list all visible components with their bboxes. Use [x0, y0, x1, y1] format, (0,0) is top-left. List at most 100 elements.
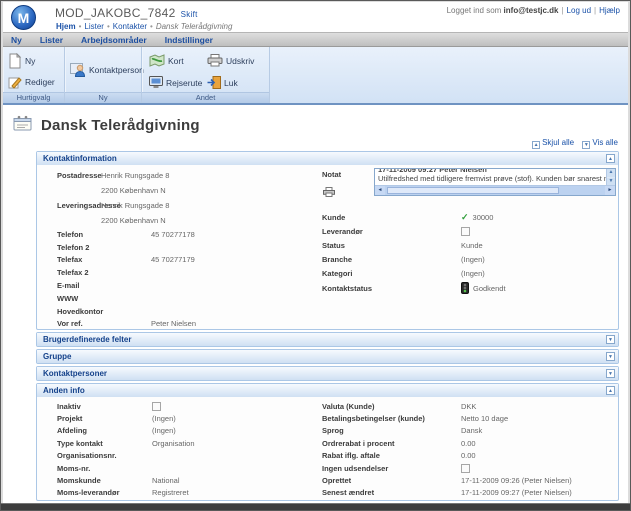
login-status: Logget ind som info@testjc.dk|Log ud|Hjæ… — [447, 6, 620, 15]
kontaktinfo-left-column: PostadresseHenrik Rungsgade 8 2200 Køben… — [37, 168, 307, 330]
login-prefix: Logget ind som — [447, 6, 502, 15]
map-button[interactable]: Kort — [144, 50, 184, 71]
field-telefon: Telefon45 70277178 — [37, 228, 307, 241]
scrollbar-thumb[interactable] — [387, 187, 559, 194]
section-gruppe: Gruppe ▼ — [36, 349, 619, 364]
menu-ny[interactable]: Ny — [11, 35, 22, 45]
menu-arbejdsomrader[interactable]: Arbejdsområder — [81, 35, 147, 45]
section-header[interactable]: Kontaktpersoner ▼ — [37, 367, 618, 380]
field-label: Ingen udsendelser — [309, 464, 461, 473]
breadcrumb-lister[interactable]: Lister — [84, 22, 104, 31]
content-area: Dansk Telerådgivning ▲Skjul alle ▼Vis al… — [3, 105, 628, 502]
field-value: 17-11-2009 09:26 (Peter Nielsen) — [461, 476, 572, 485]
page-header: Dansk Telerådgivning — [3, 105, 628, 136]
field-kontaktstatus: KontaktstatusGodkendt — [309, 281, 614, 295]
field-value: Peter Nielsen — [151, 319, 196, 328]
app-title-text: MOD_JAKOBC_7842 — [55, 6, 176, 20]
scrollbar-track[interactable] — [385, 186, 605, 195]
logout-link[interactable]: Log ud — [567, 6, 591, 15]
field-postadresse-line2: 2200 København N — [37, 183, 307, 198]
section-anden-info: Anden info ▲ Inaktiv Projekt(Ingen) Afde… — [36, 383, 619, 501]
collapse-all-icon: ▲ — [532, 141, 540, 149]
field-momsleverandor: Moms-leverandørRegistreret — [37, 487, 307, 499]
ribbon-group-label: Ny — [65, 92, 141, 103]
field-oprettet: Oprettet17-11-2009 09:26 (Peter Nielsen) — [309, 474, 614, 486]
scroll-left-icon[interactable]: ◄ — [375, 186, 385, 195]
breadcrumb: Hjem•Lister•Kontakter•Dansk Telerådgivni… — [56, 22, 232, 31]
contact-card-icon — [13, 115, 32, 136]
field-label: Type kontakt — [37, 439, 152, 448]
section-header[interactable]: Brugerdefinerede felter ▼ — [37, 333, 618, 346]
section-header[interactable]: Anden info ▲ — [37, 384, 618, 397]
leverandor-checkbox[interactable] — [461, 227, 470, 236]
field-value: National — [152, 476, 180, 485]
expand-all-label: Vis alle — [592, 138, 618, 147]
ingen-udsendelser-checkbox[interactable] — [461, 464, 470, 473]
ribbon-group-label: Andet — [142, 92, 269, 103]
field-value: Registreret — [152, 488, 189, 497]
field-label: Postadresse — [37, 171, 101, 180]
expand-all-link[interactable]: ▼Vis alle — [582, 138, 618, 147]
collapse-all-link[interactable]: ▲Skjul alle — [532, 138, 574, 147]
notat-vertical-scrollbar[interactable]: ▲ ▼ — [606, 169, 615, 186]
login-email: info@testjc.dk — [504, 6, 559, 15]
notat-textbox[interactable]: 17-11-2009 09:27 Peter Nielsen Utilfreds… — [374, 168, 616, 196]
scroll-right-icon[interactable]: ► — [605, 186, 615, 195]
collapse-section-button[interactable]: ▲ — [606, 154, 615, 163]
window-bottom-frame — [1, 503, 630, 510]
traffic-light-icon — [461, 282, 469, 294]
menu-lister[interactable]: Lister — [40, 35, 63, 45]
scroll-up-icon[interactable]: ▲ — [607, 169, 615, 177]
field-label: Inaktiv — [37, 402, 152, 411]
field-label: Rabat iflg. aftale — [309, 451, 461, 460]
field-postadresse: PostadresseHenrik Rungsgade 8 — [37, 168, 307, 183]
section-header[interactable]: Gruppe ▼ — [37, 350, 618, 363]
edit-button[interactable]: Rediger — [3, 71, 64, 92]
edit-button-label: Rediger — [25, 77, 55, 87]
field-senest-aendret: Senest ændret17-11-2009 09:27 (Peter Nie… — [309, 487, 614, 499]
breadcrumb-kontakter[interactable]: Kontakter — [113, 22, 147, 31]
field-value: 2200 København N — [101, 186, 166, 195]
kontaktinformation-body: PostadresseHenrik Rungsgade 8 2200 Køben… — [37, 165, 618, 329]
switch-user-link[interactable]: Skift — [181, 10, 198, 19]
notat-horizontal-scrollbar[interactable]: ◄ ► — [375, 185, 615, 195]
field-value: Kunde — [461, 241, 483, 250]
field-label: Kategori — [309, 269, 461, 278]
field-label: Telefax — [37, 255, 101, 264]
print-button[interactable]: Udskriv — [202, 50, 254, 71]
field-label: Oprettet — [309, 476, 461, 485]
field-ingenudsendelser: Ingen udsendelser — [309, 462, 614, 474]
section-kontaktinformation: Kontaktinformation ▲ PostadresseHenrik R… — [36, 151, 619, 330]
field-www: WWW — [37, 292, 307, 305]
notat-text: 17-11-2009 09:27 Peter Nielsen Utilfreds… — [375, 169, 615, 186]
collapse-section-button[interactable]: ▲ — [606, 386, 615, 395]
field-label: Projekt — [37, 414, 152, 423]
ribbon-group-label: Hurtigvalg — [3, 92, 64, 103]
inaktiv-checkbox[interactable] — [152, 402, 161, 411]
close-button-label: Luk — [224, 78, 238, 88]
expand-section-button[interactable]: ▼ — [606, 335, 615, 344]
section-header[interactable]: Kontaktinformation ▲ — [37, 152, 618, 165]
expand-section-button[interactable]: ▼ — [606, 352, 615, 361]
breadcrumb-home[interactable]: Hjem — [56, 22, 76, 31]
help-link[interactable]: Hjælp — [599, 6, 620, 15]
field-value: Godkendt — [473, 284, 506, 293]
expand-all-icon: ▼ — [582, 141, 590, 149]
field-label: Sprog — [309, 426, 461, 435]
route-button[interactable]: Rejserute — [144, 72, 202, 93]
contact-person-button[interactable]: Kontaktperson — [65, 59, 141, 80]
field-label: WWW — [37, 294, 101, 303]
notat-field: Notat 17-11-2009 09:27 Peter Nielsen Uti… — [309, 168, 614, 210]
menu-indstillinger[interactable]: Indstillinger — [165, 35, 213, 45]
close-door-icon — [207, 76, 221, 89]
field-inaktiv: Inaktiv — [37, 400, 307, 412]
field-typekontakt: Type kontaktOrganisation — [37, 437, 307, 449]
new-button[interactable]: Ny — [3, 50, 64, 71]
field-label: Branche — [309, 255, 461, 264]
print-note-icon[interactable] — [323, 184, 335, 202]
divider: | — [561, 6, 563, 15]
close-button[interactable]: Luk — [202, 72, 238, 93]
expand-section-button[interactable]: ▼ — [606, 369, 615, 378]
route-button-label: Rejserute — [166, 78, 202, 88]
ribbon-group-hurtigvalg: Ny Rediger Hurtigvalg — [3, 47, 65, 103]
